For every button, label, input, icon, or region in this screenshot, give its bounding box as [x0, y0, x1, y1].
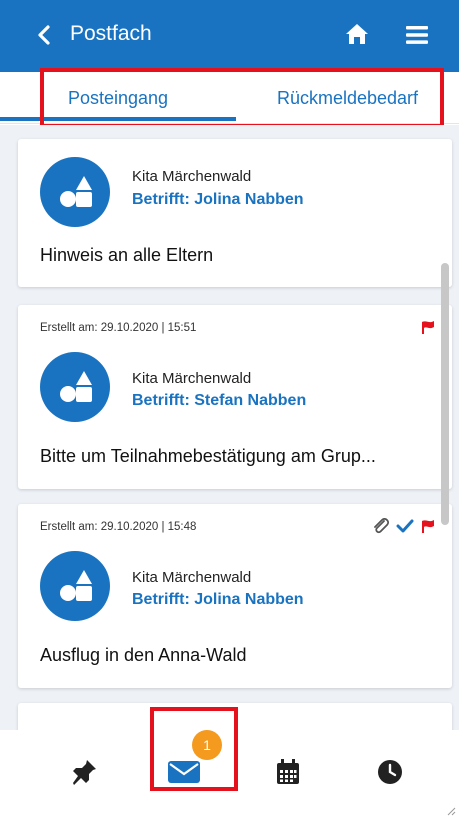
- clock-icon: [378, 760, 402, 784]
- subject-reference: Betrifft: Jolina Nabben: [132, 191, 304, 208]
- app-header: Postfach: [0, 0, 459, 72]
- resize-grip-icon: [447, 807, 456, 816]
- bottom-nav: 1: [0, 707, 459, 820]
- status-icons: [372, 518, 436, 534]
- message-card[interactable]: Erstellt am: 29.10.2020 | 15:48 Kita Mär…: [18, 504, 452, 688]
- message-text: Ausflug in den Anna-Wald: [40, 645, 247, 665]
- created-date: Erstellt am: 29.10.2020 | 15:48: [40, 521, 197, 533]
- status-icons: [420, 319, 436, 335]
- flag-icon: [422, 320, 434, 334]
- paperclip-icon: [374, 518, 390, 534]
- nav-history[interactable]: [370, 752, 410, 792]
- subject-reference: Betrifft: Jolina Nabben: [132, 591, 304, 608]
- shapes-icon: [60, 570, 92, 601]
- created-date: Erstellt am: 29.10.2020 | 15:51: [40, 322, 197, 334]
- sender-name: Kita Märchenwald: [132, 168, 252, 185]
- subject-reference: Betrifft: Stefan Nabben: [132, 392, 307, 409]
- calendar-icon: [277, 759, 299, 784]
- message-list[interactable]: Kita Märchenwald Betrifft: Jolina Nabben…: [0, 125, 459, 730]
- menu-icon[interactable]: [405, 24, 429, 46]
- message-card[interactable]: Kita Märchenwald Betrifft: Jolina Nabben…: [18, 139, 452, 287]
- checkmark-icon: [396, 519, 414, 533]
- nav-pinned[interactable]: [64, 752, 104, 792]
- avatar: [40, 352, 110, 422]
- message-text: Hinweis an alle Eltern: [40, 245, 214, 265]
- avatar: [40, 551, 110, 621]
- tabs-highlight-box: [40, 68, 444, 128]
- sender-name: Kita Märchenwald: [132, 569, 252, 586]
- home-icon[interactable]: [344, 22, 370, 46]
- shapes-icon: [60, 176, 92, 207]
- mail-highlight-box: [150, 707, 238, 791]
- sender-name: Kita Märchenwald: [132, 370, 252, 387]
- nav-calendar[interactable]: [268, 752, 308, 792]
- pin-icon: [73, 760, 96, 785]
- chevron-left-icon[interactable]: [34, 24, 56, 46]
- scrollbar-thumb[interactable]: [441, 263, 449, 525]
- shapes-icon: [60, 371, 92, 402]
- flag-icon: [422, 519, 434, 533]
- avatar: [40, 157, 110, 227]
- message-card[interactable]: Erstellt am: 29.10.2020 | 15:51 Kita Mär…: [18, 305, 452, 489]
- message-text: Bitte um Teilnahmebestätigung am Grup...: [40, 446, 376, 466]
- page-title: Postfach: [70, 22, 152, 45]
